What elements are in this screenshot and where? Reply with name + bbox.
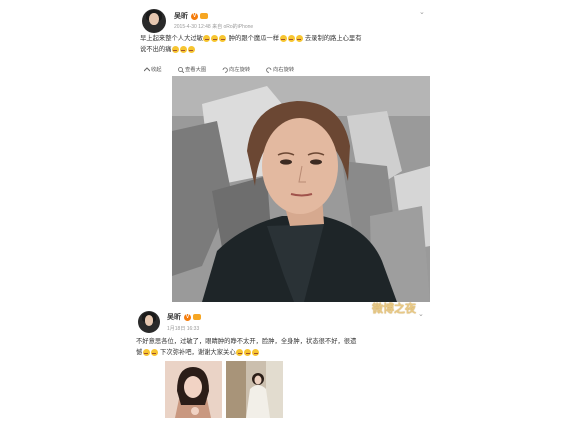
rotate-left-button[interactable]: 向左旋转	[222, 65, 250, 73]
username[interactable]: 吴昕 V	[174, 11, 208, 21]
emoji-icon	[252, 348, 260, 356]
photo-image	[172, 76, 430, 302]
watermark: 微博之夜	[372, 302, 416, 315]
emoji-icon	[219, 34, 227, 42]
emoji-icon	[142, 348, 150, 356]
emoji-icon	[295, 34, 303, 42]
avatar[interactable]	[142, 9, 166, 33]
rotate-left-icon	[222, 67, 228, 73]
post-meta: 1月18日 16:33	[167, 326, 200, 332]
zoom-icon	[178, 66, 185, 73]
emoji-icon	[236, 348, 244, 356]
post-thumbnail[interactable]	[226, 361, 283, 418]
vip-crown-icon	[193, 314, 201, 321]
emoji-icon	[171, 45, 179, 53]
thumbnail-image	[165, 361, 222, 418]
chevron-down-icon[interactable]: ⌄	[419, 8, 425, 16]
emoji-icon	[244, 348, 252, 356]
rotate-right-icon	[266, 67, 272, 73]
verified-v-icon: V	[184, 313, 191, 321]
post-text: 不好意思各位，过敏了，眼睛肿的睁不太开，脸肿，全身肿，状态很不好，很遗 憾 下次…	[136, 338, 357, 356]
collapse-button[interactable]: 收起	[143, 65, 162, 73]
post-meta: 2015-4-30 12:48 来自 oRo的iPhone	[174, 24, 254, 30]
emoji-icon	[203, 34, 211, 42]
post-thumbnail[interactable]	[165, 361, 222, 418]
avatar[interactable]	[138, 311, 160, 333]
thumbnail-image	[226, 361, 283, 418]
weibo-post-1: 吴昕 V 2015-4-30 12:48 来自 oRo的iPhone ⌄ 早上起来…	[134, 0, 434, 302]
emoji-icon	[287, 34, 295, 42]
post-text: 早上起来整个人大过敏 肿的跟个魔瓜一样 去录制的路上心里有 说不出的痛	[140, 34, 362, 53]
view-large-button[interactable]: 查看大图	[178, 65, 206, 73]
emoji-icon	[279, 34, 287, 42]
emoji-icon	[150, 348, 158, 356]
emoji-icon	[211, 34, 219, 42]
chevron-down-icon[interactable]: ⌄	[418, 310, 424, 318]
weibo-post-2: 吴昕 V 1月18日 16:33 ⌄ 不好意思各位，过敏了，眼睛肿的睁不太开，脸肿…	[134, 304, 434, 425]
emoji-icon	[187, 45, 195, 53]
post-photo[interactable]	[172, 76, 430, 302]
verified-v-icon: V	[191, 12, 198, 20]
vip-crown-icon	[200, 13, 208, 20]
emoji-icon	[179, 45, 187, 53]
collapse-icon	[143, 67, 151, 72]
rotate-right-button[interactable]: 向右旋转	[266, 65, 294, 73]
username[interactable]: 吴昕 V	[167, 312, 201, 322]
image-toolbar: 收起 查看大图 向左旋转 向右旋转	[140, 65, 432, 74]
